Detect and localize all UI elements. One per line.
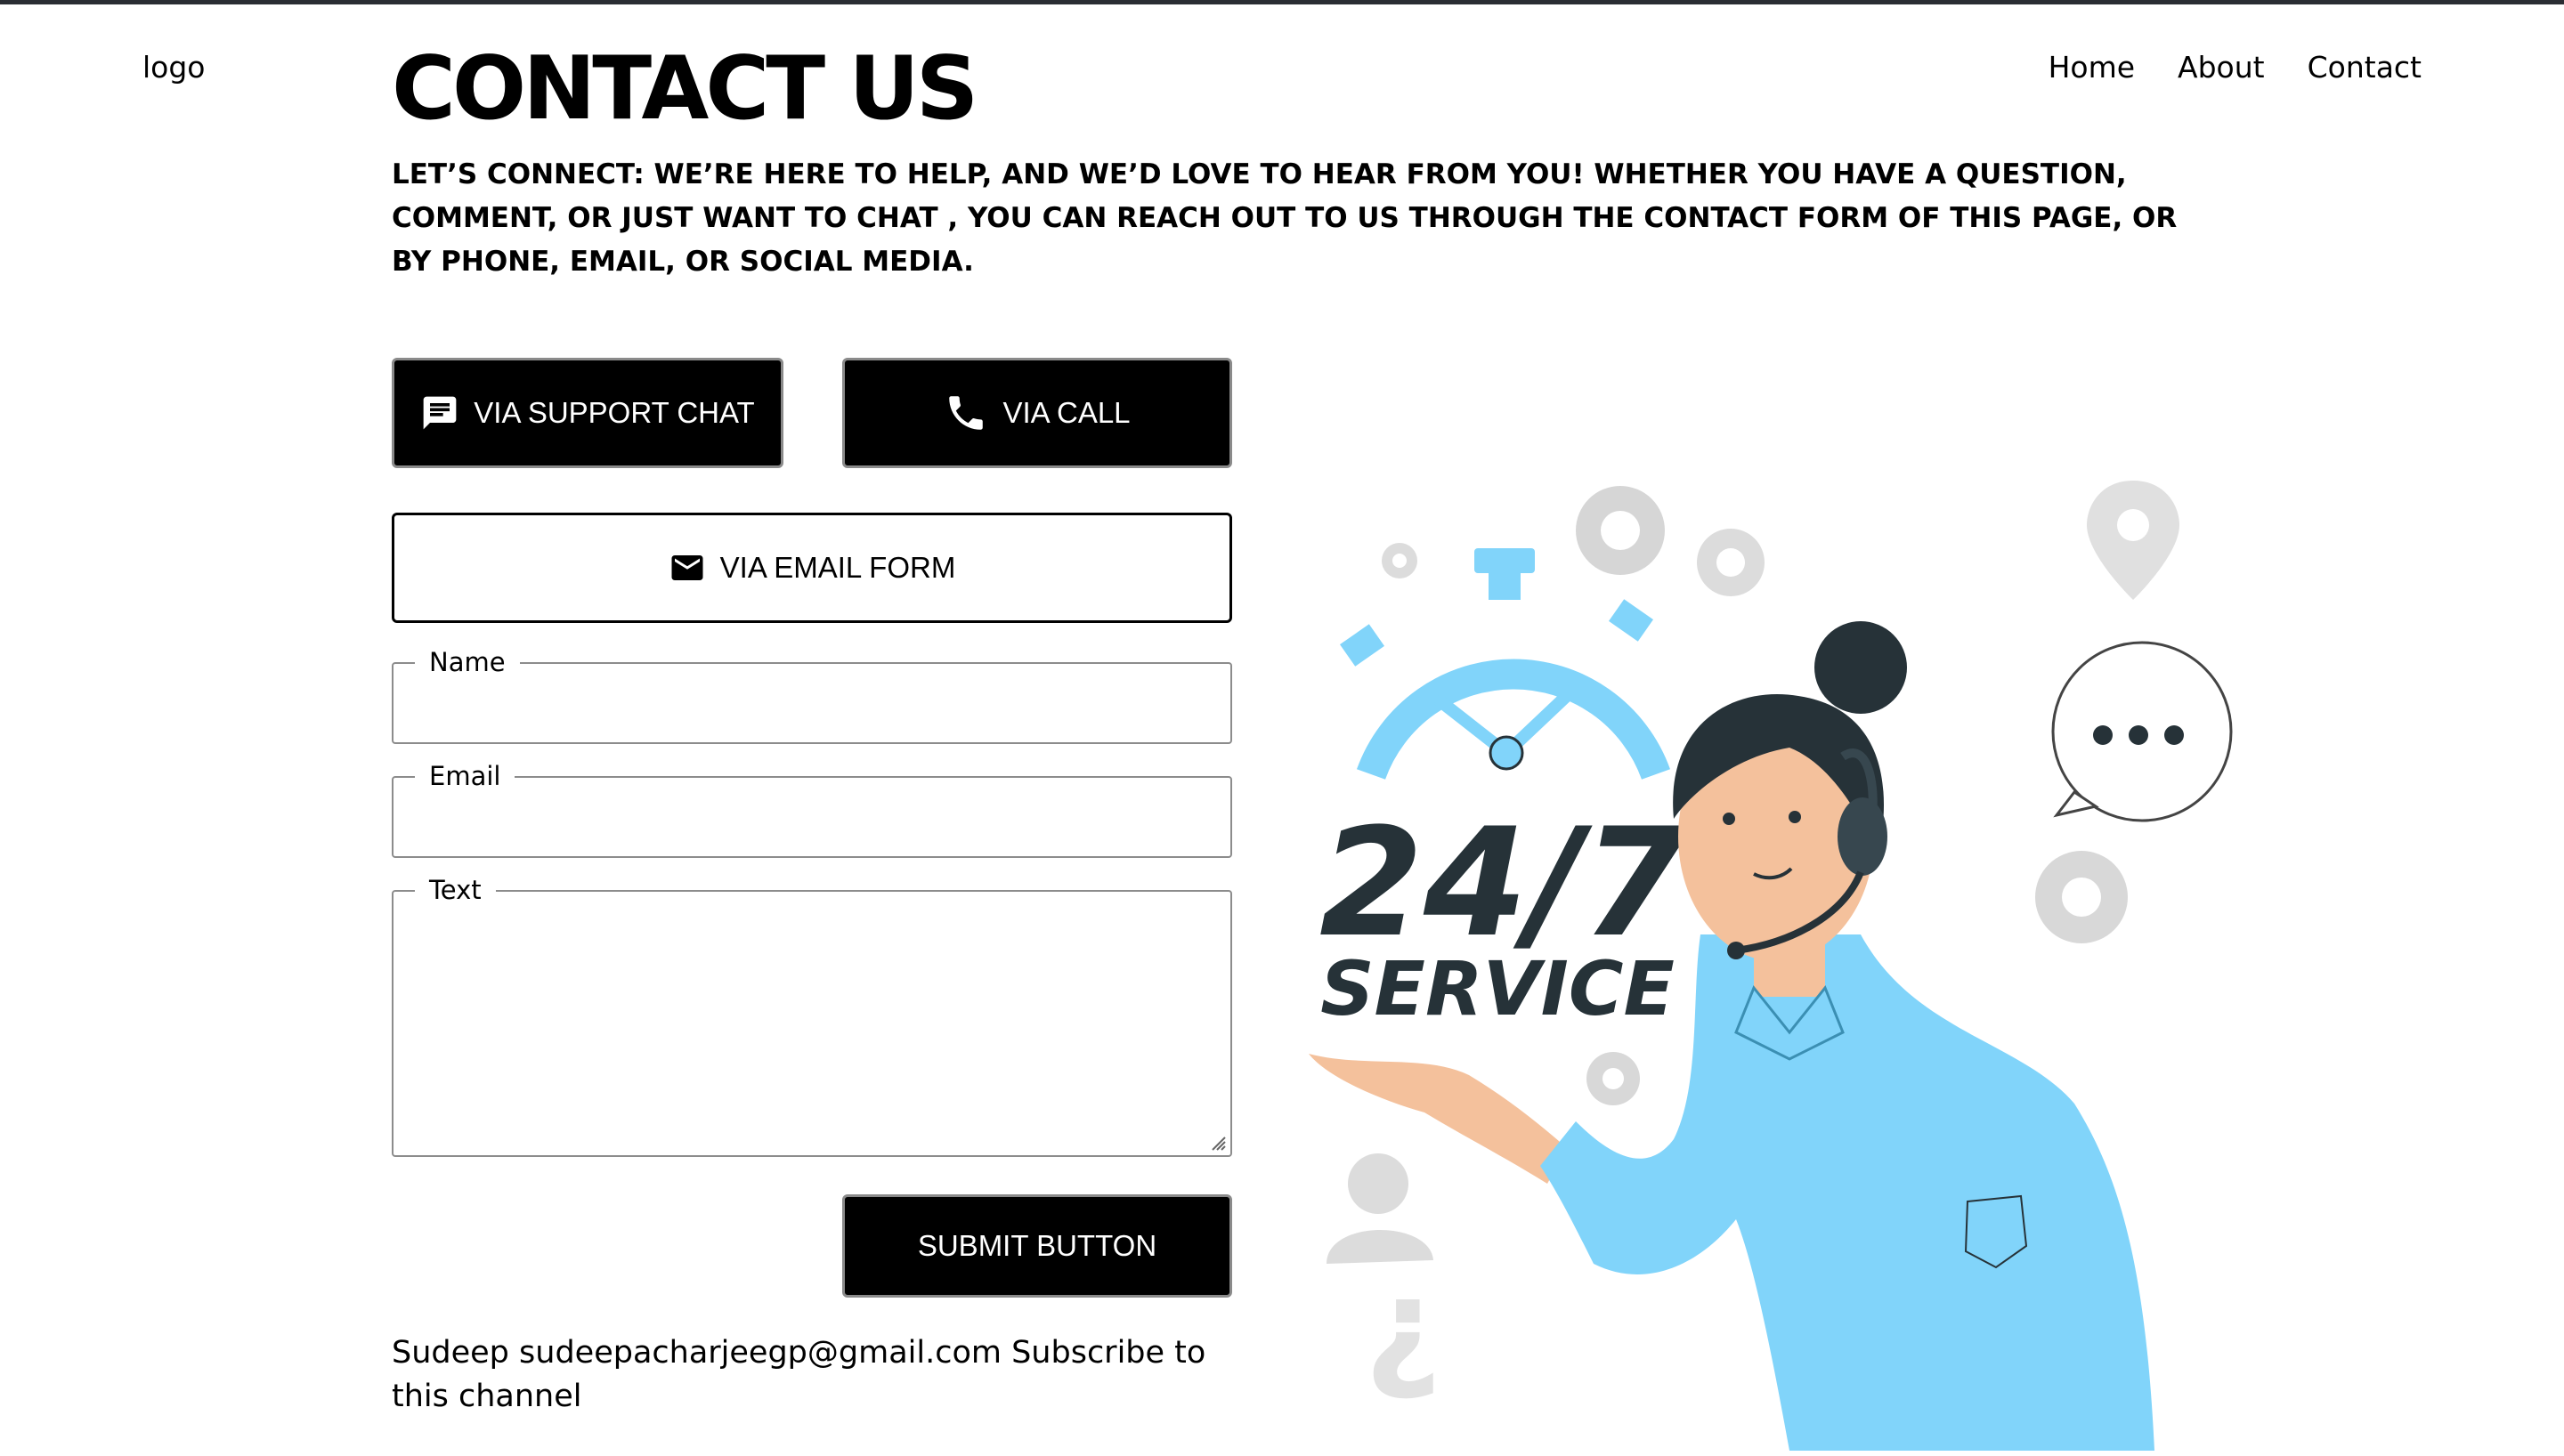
logo[interactable]: logo (142, 50, 206, 85)
call-label: VIA CALL (1002, 396, 1131, 429)
nav-about-link[interactable]: About (2178, 50, 2265, 85)
nav-home-link[interactable]: Home (2049, 50, 2135, 85)
footer-note: Sudeep sudeepacharjeegp@gmail.com Subscr… (392, 1335, 1206, 1414)
text-field: Text (392, 878, 1232, 1157)
stopwatch-icon (1340, 548, 1670, 780)
gear-icon (2035, 851, 2128, 943)
message-textarea[interactable] (394, 903, 1230, 1155)
support-illustration: 24/7 SERVICE ? (1309, 481, 2233, 1451)
mail-icon (669, 549, 706, 586)
name-label: Name (429, 647, 506, 677)
intro-text: LET’S CONNECT: WE’RE HERE TO HELP, AND W… (392, 158, 2178, 278)
submit-label: SUBMIT BUTTON (917, 1229, 1157, 1262)
question-mark-icon: ? (1365, 1267, 1442, 1422)
page-title: CONTACT US (392, 38, 978, 140)
name-input[interactable] (394, 675, 1230, 742)
gear-icon (1576, 486, 1665, 575)
illustration-headline: 24/7 (1319, 796, 1686, 970)
gear-icon (1586, 1052, 1640, 1105)
chat-icon (420, 393, 459, 433)
email-form-button[interactable]: VIA EMAIL FORM (392, 513, 1232, 623)
email-field: Email (392, 764, 1232, 858)
speech-bubble-icon (2051, 641, 2233, 822)
email-form-label: VIA EMAIL FORM (719, 551, 956, 584)
main-nav: Home About Contact (2049, 50, 2422, 85)
top-border (0, 0, 2564, 4)
support-chat-button[interactable]: VIA SUPPORT CHAT (392, 358, 783, 468)
nav-contact-link[interactable]: Contact (2308, 50, 2422, 85)
resize-grip-icon[interactable] (1207, 1132, 1227, 1152)
illustration-subline: SERVICE (1320, 945, 1675, 1032)
gear-icon (1697, 529, 1765, 596)
support-chat-label: VIA SUPPORT CHAT (474, 396, 755, 429)
email-label: Email (429, 761, 501, 791)
phone-icon (944, 391, 988, 435)
gear-icon (1382, 543, 1417, 578)
submit-button[interactable]: SUBMIT BUTTON (842, 1194, 1232, 1298)
text-label: Text (429, 875, 482, 905)
call-button[interactable]: VIA CALL (842, 358, 1232, 468)
email-input[interactable] (394, 789, 1230, 856)
name-field: Name (392, 650, 1232, 744)
user-icon (1327, 1153, 1433, 1264)
